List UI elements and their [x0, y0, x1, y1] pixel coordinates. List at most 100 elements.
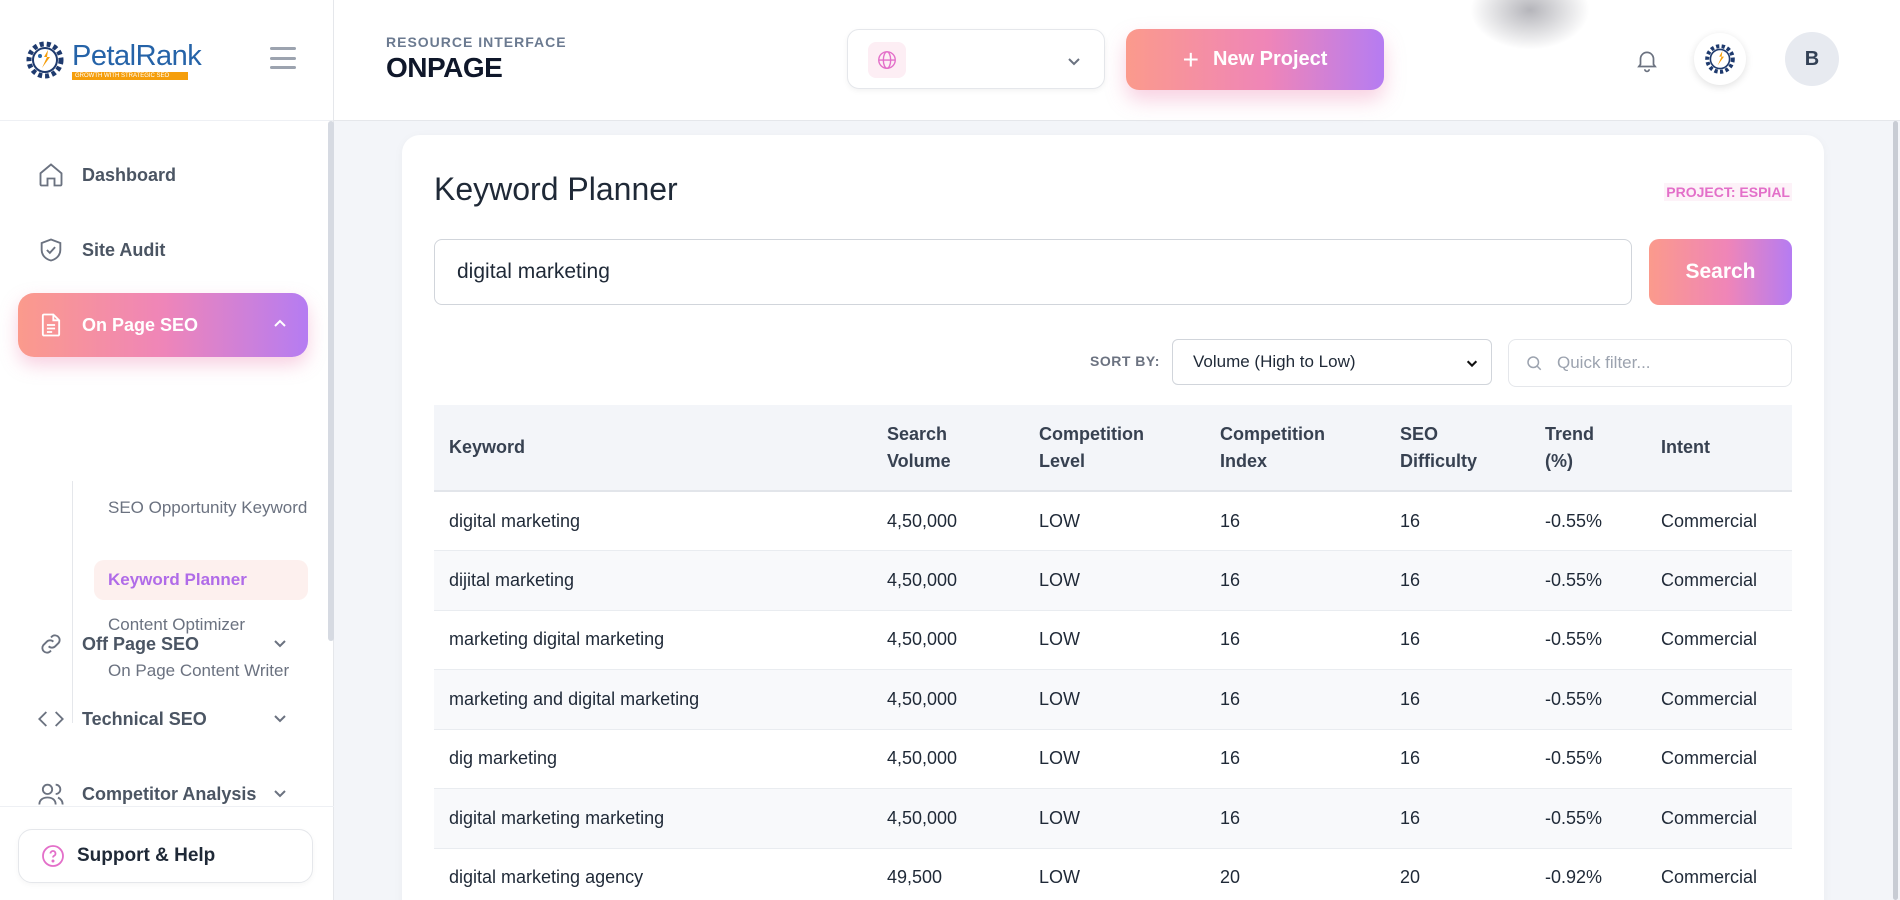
- home-icon: [36, 160, 66, 190]
- gear-logo-icon: [26, 41, 64, 79]
- support-help-button[interactable]: Support & Help: [18, 829, 313, 883]
- project-avatar[interactable]: [1694, 33, 1746, 85]
- sidebar-item-label: Dashboard: [82, 164, 177, 185]
- card-title: Keyword Planner: [434, 171, 678, 207]
- cell-competition-index: 16: [1220, 748, 1241, 769]
- cell-trend: -0.55%: [1545, 629, 1603, 650]
- cell-search-volume: 49,500: [887, 867, 943, 888]
- sidebar-item-competitor-analysis[interactable]: Competitor Analysis: [18, 762, 308, 806]
- column-header-keyword[interactable]: Keyword: [434, 405, 872, 491]
- sidebar: PetalRank GROWTH WITH STRATEGIC SEO Dash…: [0, 0, 334, 900]
- chevron-down-icon: [274, 640, 286, 648]
- cell-competition-level: LOW: [1039, 867, 1081, 888]
- sidebar-item-off-page-seo[interactable]: Off Page SEO: [18, 612, 308, 676]
- sidebar-item-label: Site Audit: [82, 239, 166, 260]
- new-project-button[interactable]: + New Project: [1126, 29, 1384, 90]
- cell-competition-level: LOW: [1039, 748, 1081, 769]
- sidebar-scrollbar[interactable]: [328, 121, 334, 641]
- brand-tagline: GROWTH WITH STRATEGIC SEO: [72, 71, 188, 80]
- table-row[interactable]: marketing and digital marketing 4,50,000 L…: [434, 669, 1792, 729]
- cell-search-volume: 4,50,000: [887, 569, 958, 590]
- column-header-text: SEO Difficulty: [1400, 423, 1478, 471]
- cell-competition-index: 16: [1220, 510, 1241, 531]
- cell-competition-level: LOW: [1039, 688, 1081, 709]
- cell-keyword: marketing digital marketing: [449, 629, 665, 650]
- users-icon: [36, 779, 66, 806]
- sidebar-item-site-audit[interactable]: Site Audit: [18, 218, 308, 282]
- cell-intent: Commercial: [1661, 510, 1758, 531]
- table-row[interactable]: dig marketing 4,50,000 LOW 16 16 -0.55% Commer…: [434, 729, 1792, 789]
- column-header-text: Trend (%): [1545, 423, 1595, 471]
- search-button[interactable]: Search: [1649, 239, 1792, 305]
- cell-search-volume: 4,50,000: [887, 807, 958, 828]
- cell-keyword: dig marketing: [449, 748, 558, 769]
- brand-name: PetalRank: [72, 39, 202, 72]
- cell-keyword: digital marketing: [449, 510, 581, 531]
- cell-competition-index: 16: [1220, 807, 1241, 828]
- link-icon: [36, 629, 66, 659]
- cell-trend: -0.55%: [1545, 510, 1603, 531]
- chevron-down-icon: [274, 715, 286, 723]
- submenu-item-keyword-planner[interactable]: Keyword Planner: [94, 560, 308, 600]
- column-header-competition-index[interactable]: Competition Index: [1205, 405, 1385, 491]
- cell-competition-level: LOW: [1039, 629, 1081, 650]
- search-icon: [1527, 356, 1542, 371]
- sidebar-item-dashboard[interactable]: Dashboard: [18, 143, 308, 207]
- column-header-seo-difficulty[interactable]: SEO Difficulty: [1385, 405, 1530, 491]
- keyword-search-input[interactable]: [434, 239, 1632, 305]
- quick-filter-input[interactable]: [1557, 353, 1777, 373]
- help-circle-icon: [42, 845, 64, 867]
- top-header: RESOURCE INTERFACE ONPAGE + New Project …: [334, 0, 1900, 121]
- logo[interactable]: PetalRank GROWTH WITH STRATEGIC SEO: [20, 35, 202, 85]
- region-selector[interactable]: [847, 29, 1105, 89]
- sidebar-item-on-page-seo[interactable]: On Page SEO: [18, 293, 308, 357]
- sort-select[interactable]: Volume (High to Low): [1172, 339, 1492, 385]
- cell-trend: -0.92%: [1545, 867, 1603, 888]
- cell-trend: -0.55%: [1545, 688, 1603, 709]
- cell-intent: Commercial: [1661, 867, 1758, 888]
- cell-keyword: digital marketing agency: [449, 867, 644, 888]
- column-header-text: Search Volume: [887, 423, 951, 471]
- cell-keyword: digital marketing marketing: [449, 807, 665, 828]
- cell-seo-difficulty: 16: [1400, 807, 1421, 828]
- cell-seo-difficulty: 20: [1400, 867, 1421, 888]
- bell-icon[interactable]: [1634, 46, 1660, 74]
- gear-logo-icon: [1705, 44, 1735, 74]
- column-header-intent[interactable]: Intent: [1646, 405, 1792, 491]
- cell-intent: Commercial: [1661, 629, 1758, 650]
- table-row[interactable]: digital marketing agency 49,500 LOW 20 20 -0.…: [434, 848, 1792, 900]
- chevron-down-icon: [274, 790, 286, 798]
- cell-intent: Commercial: [1661, 569, 1758, 590]
- user-avatar[interactable]: B: [1785, 32, 1839, 86]
- cell-search-volume: 4,50,000: [887, 748, 958, 769]
- menu-toggle-icon[interactable]: [270, 47, 296, 69]
- column-header-competition-level[interactable]: Competition Level: [1024, 405, 1205, 491]
- table-row[interactable]: marketing digital marketing 4,50,000 LOW 16…: [434, 610, 1792, 670]
- shield-check-icon: [36, 235, 66, 265]
- cell-competition-index: 20: [1220, 867, 1241, 888]
- sort-select-value: Volume (High to Low): [1193, 352, 1356, 371]
- page-scrollbar[interactable]: [1893, 121, 1898, 900]
- document-icon: [36, 310, 66, 340]
- keyword-table: Keyword Search Volume Competition Level …: [434, 405, 1792, 900]
- table-row[interactable]: digital marketing 4,50,000 LOW 16 16 -0.55% Co…: [434, 491, 1792, 551]
- sidebar-item-technical-seo[interactable]: Technical SEO: [18, 687, 308, 751]
- globe-icon: [868, 42, 906, 78]
- cell-intent: Commercial: [1661, 688, 1758, 709]
- sidebar-nav: Dashboard Site Audit On Page SEO SEO Opp…: [0, 121, 334, 806]
- column-header-search-volume[interactable]: Search Volume: [872, 405, 1024, 491]
- cell-seo-difficulty: 16: [1400, 748, 1421, 769]
- cell-competition-level: LOW: [1039, 569, 1081, 590]
- cell-trend: -0.55%: [1545, 748, 1603, 769]
- cell-keyword: marketing and digital marketing: [449, 688, 700, 709]
- cell-competition-index: 16: [1220, 688, 1241, 709]
- quick-filter-field[interactable]: [1508, 339, 1792, 387]
- chevron-up-icon: [274, 319, 286, 327]
- table-row[interactable]: digital marketing marketing 4,50,000 LOW 16…: [434, 788, 1792, 848]
- chevron-down-icon: [1068, 58, 1080, 66]
- column-header-text: Competition Index: [1220, 423, 1325, 471]
- cell-trend: -0.55%: [1545, 807, 1603, 828]
- table-row[interactable]: dijital marketing 4,50,000 LOW 16 16 -0.55% Co…: [434, 550, 1792, 610]
- submenu-item-seo-opportunity-keyword[interactable]: SEO Opportunity Keyword: [94, 495, 308, 520]
- column-header-trend[interactable]: Trend (%): [1530, 405, 1646, 491]
